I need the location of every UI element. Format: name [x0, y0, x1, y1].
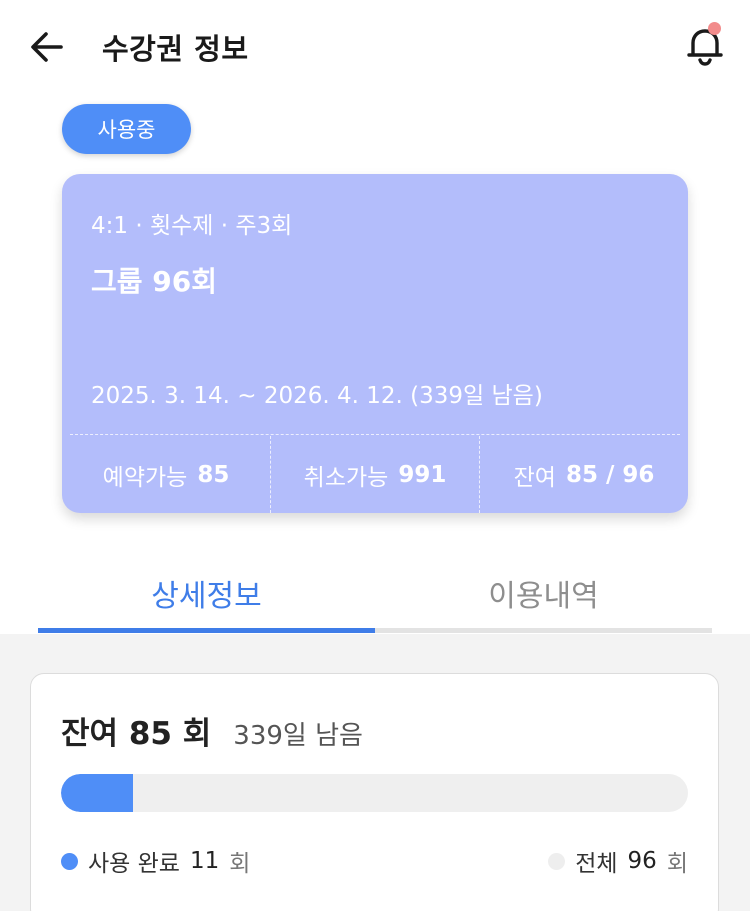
remaining-card: 잔여 85 회 339일 남음 사용 완료 11 회 전체 96 회 — [30, 673, 719, 911]
total-dot-icon — [548, 852, 566, 870]
usage-progress-bar — [61, 774, 688, 812]
tab-usage-history[interactable]: 이용내역 — [375, 562, 712, 624]
stat-remaining: 잔여 85 / 96 — [479, 436, 688, 513]
tab-active-indicator — [38, 628, 375, 633]
stat-value: 991 — [398, 461, 447, 488]
tab-bar: 상세정보 이용내역 — [38, 562, 712, 634]
used-label: 사용 완료 — [88, 851, 180, 877]
notification-button[interactable] — [680, 20, 730, 70]
stat-cancelable: 취소가능 991 — [270, 436, 479, 513]
bell-icon — [687, 29, 723, 66]
header: 수강권 정보 — [0, 0, 750, 92]
arrow-left-icon — [31, 32, 63, 62]
total-label: 전체 — [575, 851, 618, 877]
used-dot-icon — [61, 852, 78, 870]
used-value: 11 — [189, 848, 220, 874]
stat-label: 잔여 — [513, 464, 556, 491]
remaining-days: 339일 남음 — [233, 721, 363, 751]
total-value: 96 — [627, 848, 657, 874]
total-unit: 회 — [666, 851, 688, 877]
legend-total: 전체 96 회 — [548, 844, 688, 878]
page-title: 수강권 정보 — [102, 32, 249, 66]
remaining-count: 잔여 85 회 — [61, 716, 212, 752]
legend-used: 사용 완료 11 회 — [61, 844, 250, 878]
stat-label: 취소가능 — [303, 464, 389, 491]
usage-progress-fill — [61, 774, 134, 812]
ticket-card[interactable]: 4:1 · 횟수제 · 주3회 그룹 96회 2025. 3. 14. ~ 20… — [62, 174, 688, 513]
ticket-subtitle: 4:1 · 횟수제 · 주3회 — [91, 213, 293, 239]
back-button[interactable] — [24, 24, 70, 70]
tab-detail[interactable]: 상세정보 — [38, 562, 375, 624]
stat-value: 85 — [197, 461, 230, 488]
used-unit: 회 — [229, 851, 251, 877]
notification-dot — [708, 22, 721, 35]
ticket-name: 그룹 96회 — [91, 265, 217, 298]
status-badge: 사용중 — [62, 104, 191, 154]
stat-label: 예약가능 — [102, 464, 188, 491]
ticket-stats: 예약가능 85 취소가능 991 잔여 85 / 96 — [62, 436, 688, 513]
stat-reservable: 예약가능 85 — [62, 436, 270, 513]
card-divider — [70, 434, 680, 435]
remaining-summary: 잔여 85 회 339일 남음 — [61, 708, 363, 753]
ticket-period: 2025. 3. 14. ~ 2026. 4. 12. (339일 남음) — [91, 383, 543, 409]
stat-value: 85 / 96 — [565, 461, 655, 488]
